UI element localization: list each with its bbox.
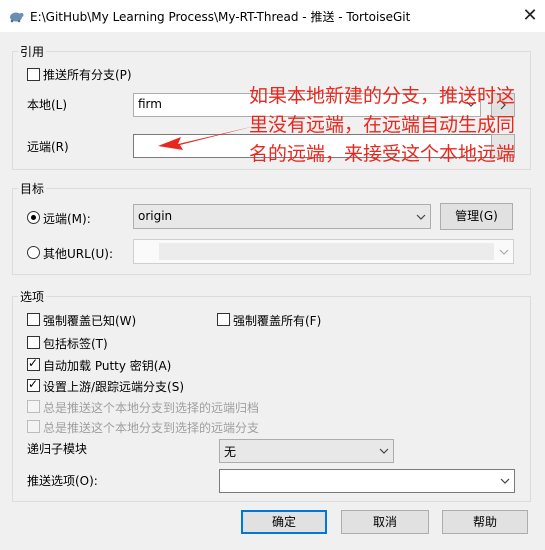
always-push-branch-label[interactable]: 总是推送这个本地分支到选择的远端分支 — [43, 419, 259, 436]
tortoisegit-icon — [10, 12, 24, 23]
chevron-down-icon — [500, 478, 510, 484]
manage-button[interactable]: 管理(G) — [440, 203, 513, 230]
set-upstream-label[interactable]: 设置上游/跟踪远端分支(S) — [43, 378, 184, 395]
push-all-branches-checkbox[interactable] — [27, 68, 40, 81]
ok-button[interactable]: 确定 — [241, 510, 327, 534]
always-push-branch-checkbox[interactable] — [27, 420, 40, 433]
chevron-down-icon — [416, 214, 426, 220]
force-overwrite-known-checkbox[interactable] — [27, 313, 40, 326]
local-label: 本地(L) — [27, 98, 68, 112]
title-bar: E:\GitHub\My Learning Process\My-RT-Thre… — [0, 0, 545, 32]
remote-combo[interactable]: origin — [133, 204, 431, 229]
target-group-legend: 目标 — [18, 180, 47, 197]
cancel-button[interactable]: 取消 — [341, 510, 429, 534]
help-button[interactable]: 帮助 — [442, 510, 528, 534]
remote-radio[interactable] — [27, 211, 40, 224]
force-overwrite-known-label[interactable]: 强制覆盖已知(W) — [43, 312, 136, 329]
other-url-field — [159, 243, 494, 260]
other-url-radio[interactable] — [27, 246, 40, 259]
include-tags-label[interactable]: 包括标签(T) — [43, 335, 108, 352]
annotation-arrow — [158, 126, 255, 150]
chevron-down-icon — [499, 249, 509, 255]
include-tags-checkbox[interactable] — [27, 336, 40, 349]
remote-radio-label[interactable]: 远端(M): — [43, 210, 91, 227]
set-upstream-checkbox[interactable] — [27, 377, 40, 392]
help-button-label: 帮助 — [472, 515, 497, 529]
options-group-legend: 选项 — [18, 288, 47, 305]
remote-branch-label: 远端(R) — [27, 140, 69, 154]
force-overwrite-all-checkbox[interactable] — [217, 313, 230, 326]
window-title: E:\GitHub\My Learning Process\My-RT-Thre… — [30, 10, 411, 24]
recurse-submodules-combo[interactable]: 无 — [219, 439, 394, 463]
force-overwrite-all-label[interactable]: 强制覆盖所有(F) — [233, 312, 321, 329]
ok-button-label: 确定 — [271, 515, 296, 529]
recurse-submodules-label: 递归子模块 — [27, 442, 88, 456]
annotation-text: 如果本地新建的分支，推送时这里没有远端，在远端自动生成同名的远端，来接受这个本地… — [249, 85, 516, 165]
remote-combo-value: origin — [138, 209, 173, 223]
ref-group-legend: 引用 — [18, 43, 47, 60]
autoload-putty-checkbox[interactable] — [27, 356, 40, 371]
manage-button-label: 管理(G) — [455, 209, 498, 223]
local-branch-value: firm — [138, 97, 162, 111]
push-options-combo[interactable] — [219, 469, 515, 493]
always-push-archive-checkbox[interactable] — [27, 400, 40, 413]
other-url-label[interactable]: 其他URL(U): — [43, 245, 113, 262]
always-push-archive-label[interactable]: 总是推送这个本地分支到选择的远端归档 — [43, 399, 259, 416]
other-url-combo[interactable] — [133, 239, 514, 264]
push-options-label: 推送选项(O): — [27, 474, 98, 488]
close-button[interactable]: ✕ — [516, 2, 544, 30]
recurse-submodules-value: 无 — [224, 445, 237, 459]
close-icon: ✕ — [522, 5, 538, 26]
chevron-down-icon — [379, 448, 389, 454]
cancel-button-label: 取消 — [372, 515, 397, 529]
push-all-branches-label[interactable]: 推送所有分支(P) — [43, 66, 132, 83]
autoload-putty-label[interactable]: 自动加载 Putty 密钥(A) — [43, 357, 171, 374]
